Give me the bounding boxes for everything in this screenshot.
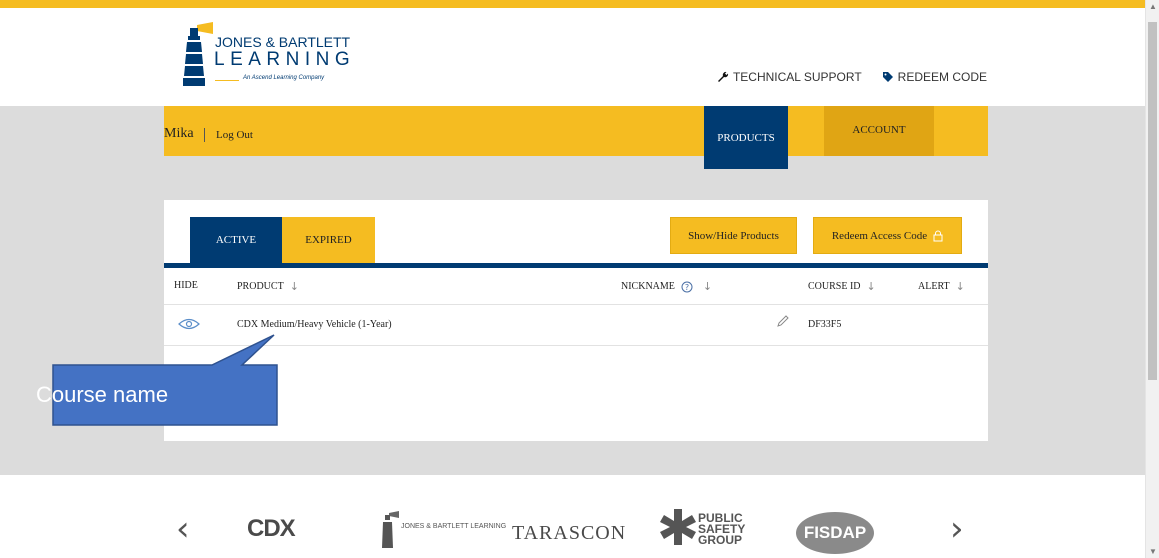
sort-arrow-icon: ↓ xyxy=(955,280,965,293)
brand-cdx[interactable]: CDX xyxy=(247,515,296,543)
column-header-nickname[interactable]: NICKNAME ? ↓ xyxy=(621,280,712,293)
jones-bartlett-logo[interactable]: JONES & BARTLETT LEARNING An Ascend Lear… xyxy=(183,22,383,94)
product-name[interactable]: CDX Medium/Heavy Vehicle (1-Year) xyxy=(237,319,392,330)
column-header-course-id-label: COURSE ID xyxy=(808,281,861,292)
redeem-code-link[interactable]: REDEEM CODE xyxy=(882,70,987,84)
column-header-nickname-label: NICKNAME xyxy=(621,281,675,292)
scrollbar-thumb[interactable] xyxy=(1148,22,1157,380)
account-navbar: Mika Log Out PRODUCTS ACCOUNT xyxy=(164,106,988,169)
tab-expired[interactable]: EXPIRED xyxy=(282,217,375,263)
top-accent-strip xyxy=(0,0,1145,8)
carousel-next-button[interactable]: › xyxy=(950,512,964,546)
course-name-callout xyxy=(52,334,278,426)
redeem-access-code-label: Redeem Access Code xyxy=(831,229,928,242)
brand-public-safety-group[interactable]: PUBLIC SAFETY GROUP xyxy=(658,503,758,555)
site-header: JONES & BARTLETT LEARNING An Ascend Lear… xyxy=(0,8,1145,106)
brand-fisdap[interactable]: FISDAP xyxy=(795,511,875,555)
user-name: Mika xyxy=(164,126,194,141)
sort-arrow-icon: ↓ xyxy=(289,280,299,293)
nav-products-tab[interactable]: PRODUCTS xyxy=(704,106,788,169)
tag-icon xyxy=(882,72,893,82)
brand-public-safety-group-label: PUBLIC SAFETY GROUP xyxy=(698,511,746,547)
technical-support-label: TECHNICAL SUPPORT xyxy=(732,70,862,84)
svg-text:?: ? xyxy=(685,283,689,292)
column-header-product-label: PRODUCT xyxy=(237,281,284,292)
column-header-hide: HIDE xyxy=(174,280,198,291)
table-header-bar xyxy=(164,263,988,268)
technical-support-link[interactable]: TECHNICAL SUPPORT xyxy=(717,70,862,84)
brand-jones-bartlett-label: JONES & BARTLETT LEARNING xyxy=(401,523,507,530)
row-divider xyxy=(164,304,988,305)
brand-fisdap-label: FISDAP xyxy=(803,523,867,542)
scroll-down-arrow-icon[interactable]: ▼ xyxy=(1146,547,1159,556)
logout-link[interactable]: Log Out xyxy=(216,129,253,141)
lighthouse-icon xyxy=(183,22,213,86)
row-divider xyxy=(164,345,988,346)
column-header-hide-label: HIDE xyxy=(174,280,198,291)
lock-icon xyxy=(933,230,943,241)
logo-tagline: An Ascend Learning Company xyxy=(243,75,325,81)
redeem-code-label: REDEEM CODE xyxy=(897,70,987,84)
logo-line2: LEARNING xyxy=(214,49,356,70)
sort-arrow-icon: ↓ xyxy=(702,280,713,293)
logo-tagline-rule xyxy=(215,80,239,81)
callout-label: Course name xyxy=(36,382,169,407)
utility-links: TECHNICAL SUPPORT REDEEM CODE xyxy=(717,70,987,84)
column-header-course-id[interactable]: COURSE ID ↓ xyxy=(808,280,876,293)
carousel-prev-button[interactable]: ‹ xyxy=(176,512,190,546)
column-header-product[interactable]: PRODUCT ↓ xyxy=(237,280,299,293)
sort-arrow-icon: ↓ xyxy=(866,280,876,293)
pencil-icon[interactable] xyxy=(776,314,790,328)
brand-jones-bartlett[interactable]: JONES & BARTLETT LEARNING xyxy=(381,511,506,553)
column-header-alert-label: ALERT xyxy=(918,281,950,292)
help-icon[interactable]: ? xyxy=(681,281,693,293)
eye-icon[interactable] xyxy=(178,318,200,330)
brand-tarascon[interactable]: TARASCON xyxy=(512,522,626,545)
nav-separator xyxy=(204,128,205,142)
brand-carousel: ‹ CDX JONES & BARTLETT LEARNING TARASCON… xyxy=(0,475,1145,558)
column-header-alert[interactable]: ALERT ↓ xyxy=(918,280,965,293)
page: JONES & BARTLETT LEARNING An Ascend Lear… xyxy=(0,0,1159,558)
tab-active[interactable]: ACTIVE xyxy=(190,217,282,263)
star-of-life-icon xyxy=(660,509,696,545)
wrench-icon xyxy=(717,71,729,82)
products-panel: ACTIVE EXPIRED Show/Hide Products Redeem… xyxy=(164,200,988,441)
show-hide-products-button[interactable]: Show/Hide Products xyxy=(670,217,797,254)
page-scrollbar[interactable]: ▲ ▼ xyxy=(1145,0,1159,558)
course-id-value: DF33F5 xyxy=(808,319,842,330)
scroll-up-arrow-icon[interactable]: ▲ xyxy=(1146,2,1159,11)
lighthouse-icon xyxy=(382,511,399,548)
nav-account-tab[interactable]: ACCOUNT xyxy=(824,106,934,156)
logo-line1: JONES & BARTLETT xyxy=(215,34,351,50)
redeem-access-code-button[interactable]: Redeem Access Code xyxy=(813,217,962,254)
